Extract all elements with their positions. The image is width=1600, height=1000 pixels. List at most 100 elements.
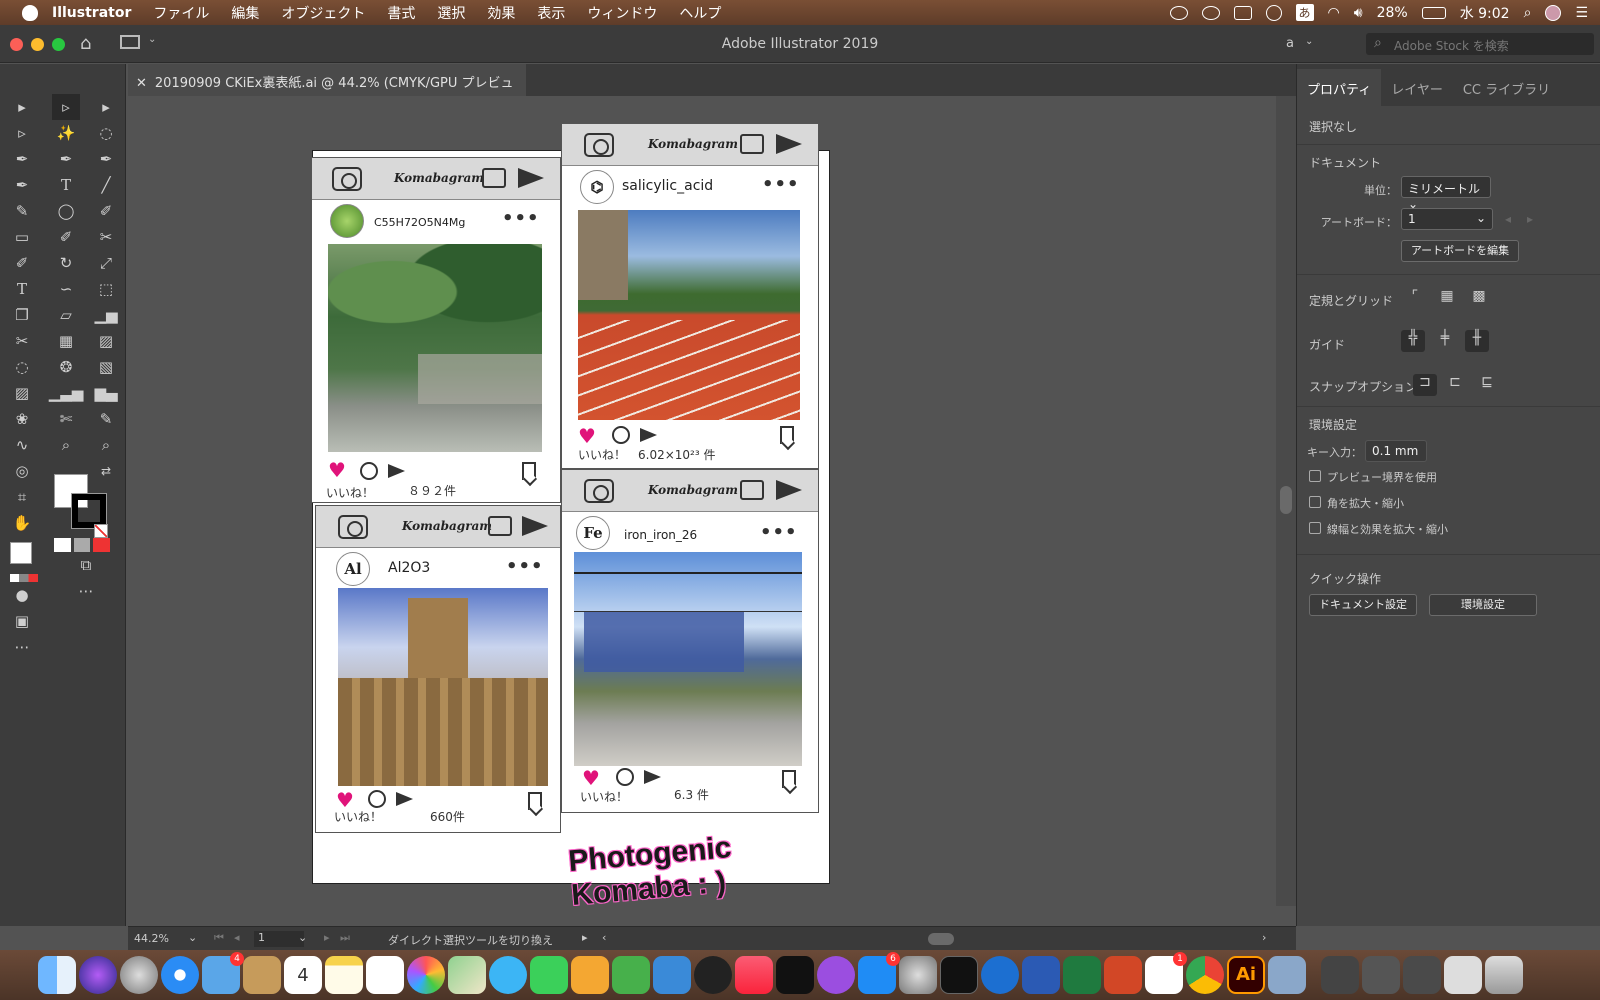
keynote-icon[interactable] — [653, 956, 691, 994]
reshape-tool-icon[interactable]: ⤢ — [92, 250, 120, 276]
cut-tool-icon[interactable]: ✂ — [92, 224, 120, 250]
ellipse-tool-icon[interactable]: ◯ — [52, 198, 80, 224]
post-card-2[interactable]: Komabagram ⌬ salicylic_acid ••• ♥ いいね！ 6… — [561, 123, 819, 469]
swatch-modes[interactable] — [54, 538, 110, 552]
first-artboard-icon[interactable]: ⏮ — [214, 931, 224, 945]
status-menu-icon[interactable]: ▸ — [582, 931, 588, 944]
hand-tool-icon[interactable]: ✋ — [8, 510, 36, 536]
trash-icon[interactable] — [1485, 956, 1523, 994]
music-icon[interactable] — [735, 956, 773, 994]
next-artboard-icon[interactable]: ▸ — [324, 931, 330, 944]
prev-artboard-icon[interactable]: ◂ — [1505, 212, 1511, 226]
screen-mode-icon[interactable]: ▣ — [8, 608, 36, 634]
last-artboard-icon[interactable]: ⏭ — [340, 931, 350, 945]
type-tool-icon[interactable]: T — [8, 276, 36, 302]
rectangle-tool-icon[interactable]: ▭ — [8, 224, 36, 250]
excel-icon[interactable] — [1063, 956, 1101, 994]
warp-tool-icon[interactable]: ∽ — [52, 276, 80, 302]
gradient-swatch-icon[interactable]: ▨ — [92, 328, 120, 354]
key-increment-input[interactable]: 0.1 mm — [1365, 440, 1427, 462]
preferences-button[interactable]: 環境設定 — [1429, 594, 1537, 616]
word-icon[interactable] — [1022, 956, 1060, 994]
scale-corners-checkbox[interactable] — [1309, 496, 1321, 508]
post-card-3[interactable]: Komabagram Al Al2O3 ••• ♥ いいね！ 660件 — [315, 505, 561, 833]
vertical-scrollbar[interactable] — [1276, 96, 1296, 906]
chevron-down-icon[interactable]: ⌄ — [188, 931, 197, 944]
chrome-icon[interactable] — [1186, 956, 1224, 994]
tab-layers[interactable]: レイヤー — [1381, 79, 1453, 106]
maps-icon[interactable] — [448, 956, 486, 994]
pen-eraser-tool-icon[interactable]: ✎ — [92, 406, 120, 432]
document-tab[interactable]: ✕ 20190909 CKiEx裏表紙.ai @ 44.2% (CMYK/GPU … — [128, 64, 526, 110]
preview-icon[interactable] — [1268, 956, 1306, 994]
spotlight-icon[interactable]: ⌕ — [1524, 5, 1532, 21]
edit-toolbar-icon[interactable]: ⋯ — [72, 578, 100, 604]
blend-tool-icon[interactable]: ∿ — [8, 432, 36, 458]
menu-effect[interactable]: 効果 — [487, 3, 515, 23]
slack-icon[interactable]: 1 — [1145, 952, 1187, 994]
rotate-tool-icon[interactable]: ↻ — [52, 250, 80, 276]
artboard-tool-icon[interactable]: ⌗ — [8, 484, 36, 510]
tab-cc-libraries[interactable]: CC ライブラリ — [1453, 79, 1560, 106]
gradient-tool-icon[interactable]: ▨ — [8, 380, 36, 406]
magnify-tool-icon[interactable]: ⌕ — [92, 432, 120, 458]
onedrive-icon[interactable] — [981, 956, 1019, 994]
terminal-icon[interactable] — [940, 956, 978, 994]
input-method-indicator[interactable]: あ — [1295, 4, 1314, 21]
finder-icon[interactable] — [38, 956, 76, 994]
tab-properties[interactable]: プロパティ — [1297, 69, 1382, 106]
units-dropdown[interactable]: ミリメートル ⌄ — [1401, 176, 1491, 211]
zoom-level[interactable]: 44.2% — [134, 932, 169, 945]
numbers-icon[interactable] — [612, 956, 650, 994]
downloads-stack-icon[interactable] — [1362, 956, 1400, 994]
direct-select-tool-active-icon[interactable]: ▹ — [52, 94, 80, 120]
podcasts-icon[interactable] — [817, 956, 855, 994]
chevron-down-icon[interactable]: ⌄ — [1305, 36, 1313, 47]
app-menu[interactable]: Illustrator — [52, 5, 131, 21]
photos-icon[interactable] — [407, 956, 445, 994]
snap-to-glyph-icon[interactable]: ⊑ — [1475, 374, 1499, 396]
chevron-down-icon[interactable]: ⌄ — [298, 931, 307, 944]
system-preferences-icon[interactable] — [899, 956, 937, 994]
add-anchor-tool-icon[interactable]: ✒ — [52, 146, 80, 172]
workspace-switcher[interactable]: a — [1286, 36, 1294, 51]
safari-icon[interactable] — [161, 956, 199, 994]
creative-cloud-icon[interactable] — [1201, 5, 1220, 20]
notes-icon[interactable] — [325, 956, 363, 994]
lasso-select-tool-icon[interactable]: ◌ — [92, 120, 120, 146]
live-paint-tool-icon[interactable]: ▧ — [92, 354, 120, 380]
line-tool-icon[interactable]: ╱ — [92, 172, 120, 198]
messages-icon[interactable] — [489, 956, 527, 994]
pages-icon[interactable] — [571, 956, 609, 994]
slice-tool-icon[interactable]: ✄ — [52, 406, 80, 432]
column-graph-tool-icon[interactable]: ▆▄ — [92, 380, 120, 406]
folder-stack-icon[interactable] — [1444, 956, 1482, 994]
lock-guides-icon[interactable]: ╪ — [1433, 330, 1457, 352]
mail-icon[interactable]: 4 — [202, 952, 244, 994]
graph-tool-icon[interactable]: ▁▃▅ — [49, 380, 84, 406]
perspective-grid-tool-icon[interactable]: ▱ — [52, 302, 80, 328]
magic-wand-tool-icon[interactable]: ✨ — [52, 120, 80, 146]
menu-object[interactable]: オブジェクト — [281, 3, 365, 23]
eyedropper-tool-icon[interactable]: ❀ — [8, 406, 36, 432]
notification-center-icon[interactable]: ☰ — [1575, 5, 1588, 21]
more-tools-icon[interactable]: ⋯ — [8, 634, 36, 660]
menu-view[interactable]: 表示 — [537, 3, 565, 23]
group-selection-tool-icon[interactable]: ▸ — [92, 94, 120, 120]
screenshots-stack-icon[interactable] — [1403, 956, 1441, 994]
scissors-tool-icon[interactable]: ✂ — [8, 328, 36, 354]
menu-help[interactable]: ヘルプ — [679, 3, 721, 23]
siri-icon[interactable] — [1545, 4, 1562, 21]
smart-guides-icon[interactable]: ╫ — [1465, 330, 1489, 352]
pen-tool-icon[interactable]: ✒ — [8, 172, 36, 198]
cloud-icon[interactable] — [1169, 5, 1188, 20]
time-machine-icon[interactable] — [1265, 4, 1282, 21]
document-stack-icon[interactable] — [1321, 956, 1359, 994]
wifi-icon[interactable]: ◠ — [1328, 5, 1340, 21]
grid-icon[interactable]: ▦ — [1435, 288, 1459, 310]
menu-select[interactable]: 選択 — [437, 3, 465, 23]
close-tab-icon[interactable]: ✕ — [136, 76, 147, 91]
scale-strokes-checkbox[interactable] — [1309, 522, 1321, 534]
scroll-left-icon[interactable]: ‹ — [602, 931, 606, 944]
post-card-1[interactable]: Komabagram C55H72O5N4Mg ••• ♥ いいね！ ８９２件 — [311, 157, 561, 503]
